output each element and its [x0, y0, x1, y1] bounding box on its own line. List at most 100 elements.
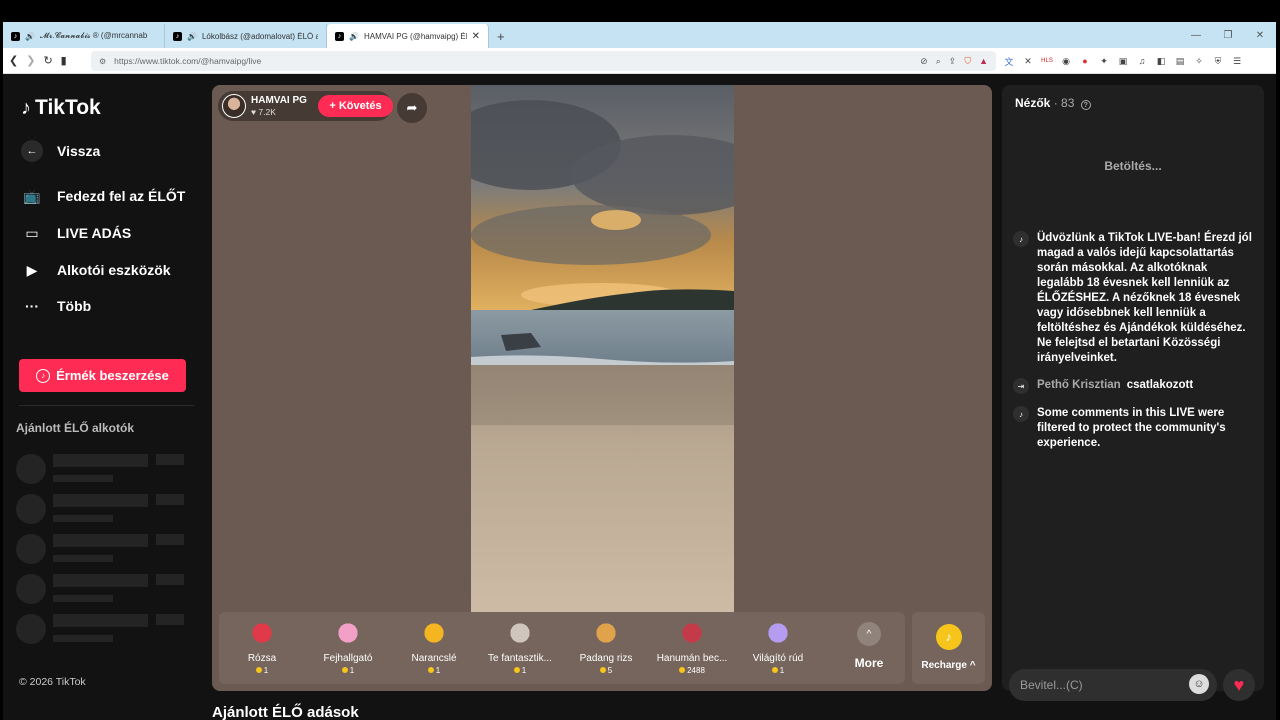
host-likes: ♥ 7.2K [251, 107, 307, 117]
comment-placeholder: Bevitel...(C) [1020, 678, 1083, 692]
live-video[interactable] [471, 85, 734, 612]
gift-price: 1 [305, 666, 391, 675]
gift-price: 1 [219, 666, 305, 675]
copyright: © 2026 TikTok [19, 676, 86, 688]
get-coins-button[interactable]: ♪ Érmék beszerzése [19, 359, 186, 392]
gift-name: Hanumán bec... [656, 653, 728, 664]
hls-extension-icon[interactable]: HLS [1041, 55, 1053, 67]
vpn-icon[interactable]: ⛨ [1212, 55, 1224, 67]
sidebar-item-label: LIVE ADÁS [57, 225, 132, 241]
like-heart-button[interactable]: ♥ [1223, 669, 1255, 701]
recharge-button[interactable]: ♪ Recharge ^ [912, 612, 985, 684]
brave-rewards-icon[interactable]: ▲ [979, 56, 988, 66]
logo-text: TikTok [35, 96, 101, 119]
comment-input[interactable]: Bevitel...(C) [1009, 669, 1217, 701]
tools-extension-icon[interactable]: ✕ [1022, 55, 1034, 67]
minimize-icon[interactable]: — [1180, 30, 1212, 41]
sidebar-item-explore-live[interactable]: 📺 Fedezd fel az ÉLŐT [21, 185, 185, 207]
music-icon[interactable]: ♫ [1136, 55, 1148, 67]
gift-item[interactable]: Te fantasztik... 1 [477, 618, 563, 675]
viewers-label: Nézők [1015, 96, 1051, 110]
leo-ai-icon[interactable]: ✧ [1193, 55, 1205, 67]
speaker-icon: 🔊 [349, 31, 359, 41]
back-arrow-icon: ← [21, 140, 43, 162]
menu-icon[interactable]: ☰ [1231, 55, 1243, 67]
screen: ♪ 🔊 𝓜𝓻.𝓒𝓪𝓷𝓷𝓪𝓫𝓲𝓼 ® (@mrcannab ♪ 🔊 Lókolbá… [0, 0, 1280, 720]
gift-item[interactable]: Narancslé 1 [391, 618, 477, 675]
back-icon[interactable]: ❮ [9, 54, 18, 67]
recommended-lives-title: Ajánlott ÉLŐ adások [212, 704, 359, 720]
share-arrow-icon: ➦ [406, 100, 418, 115]
join-icon: ⇥ [1013, 378, 1029, 394]
address-bar[interactable]: ⚙ https://www.tiktok.com/@hamvaipg/live … [91, 51, 996, 71]
tab-strip: ♪ 🔊 𝓜𝓻.𝓒𝓪𝓷𝓷𝓪𝓫𝓲𝓼 ® (@mrcannab ♪ 🔊 Lókolbá… [3, 22, 1276, 48]
share-page-icon[interactable]: ⇪ [949, 56, 957, 67]
brave-shield-icon[interactable]: ⛉ [964, 56, 971, 67]
headphones-icon [333, 618, 363, 648]
gift-name: Fejhallgató [323, 653, 373, 664]
share-button[interactable]: ➦ [397, 93, 427, 123]
gift-item[interactable]: Rózsa 1 [219, 618, 305, 675]
zoom-icon[interactable]: ⌕ [936, 56, 941, 67]
close-window-icon[interactable]: ✕ [1244, 30, 1276, 41]
help-icon[interactable]: ? [1080, 100, 1091, 110]
translate-extension-icon[interactable]: 文 [1003, 55, 1015, 67]
tiktok-favicon-icon: ♪ [335, 31, 344, 41]
sidebar-item-back[interactable]: ← Vissza [21, 140, 100, 162]
viewers-header[interactable]: Nézők · 83 ? [1015, 96, 1091, 110]
orange-juice-icon [419, 618, 449, 648]
sidebar-divider [19, 405, 194, 406]
message-text: Pethő Krisztian csatlakozott [1037, 378, 1193, 394]
sidebar-item-more[interactable]: ··· Több [21, 295, 91, 317]
rice-bowl-icon [591, 618, 621, 648]
tab-title: 𝓜𝓻.𝓒𝓪𝓷𝓷𝓪𝓫𝓲𝓼 ® (@mrcannab [39, 31, 148, 40]
reader-off-icon[interactable]: ⊘ [920, 56, 928, 67]
ublock-extension-icon[interactable]: ◉ [1060, 55, 1072, 67]
live-stage: HAMVAI PG ♥ 7.2K + Követés ➦ Rózsa 1 Fej… [212, 85, 992, 691]
host-name: HAMVAI PG [251, 95, 307, 106]
gift-item[interactable]: Padang rizs 5 [563, 618, 649, 675]
sidebar-item-go-live[interactable]: ▭ LIVE ADÁS [21, 222, 131, 244]
close-tab-icon[interactable]: ✕ [472, 31, 480, 42]
picture-extension-icon[interactable]: ▣ [1117, 55, 1129, 67]
gift-item[interactable]: Világító rúd 1 [735, 618, 821, 675]
site-settings-icon[interactable]: ⚙ [99, 57, 106, 66]
host-info[interactable]: HAMVAI PG ♥ 7.2K + Követés [218, 91, 393, 121]
more-gifts-label: More [854, 656, 884, 670]
tiktok-note-icon: ♪ [1013, 406, 1029, 422]
new-tab-icon[interactable]: + [497, 29, 505, 44]
more-dots-icon: ··· [25, 298, 39, 314]
sidebar-item-creator-tools[interactable]: ▶ Alkotói eszközök [21, 259, 171, 281]
follow-button[interactable]: + Követés [318, 95, 393, 117]
bookmark-icon[interactable]: ▮ [61, 54, 67, 67]
tiktok-logo[interactable]: ♪ TikTok [21, 96, 101, 120]
puzzle-extension-icon[interactable]: ✦ [1098, 55, 1110, 67]
more-gifts-button[interactable]: ^ More [844, 622, 894, 670]
emoji-icon[interactable]: ☺ [1189, 674, 1209, 694]
gift-price: 2488 [649, 666, 735, 675]
sidebar-item-label: Alkotói eszközök [57, 262, 171, 278]
reload-icon[interactable]: ↻ [43, 54, 52, 67]
host-avatar[interactable] [222, 94, 246, 118]
browser-tab-1[interactable]: ♪ 🔊 𝓜𝓻.𝓒𝓪𝓷𝓷𝓪𝓫𝓲𝓼 ® (@mrcannab [3, 24, 165, 48]
sidebar-item-label: Fedezd fel az ÉLŐT [57, 188, 186, 204]
sidebar-toggle-icon[interactable]: ◧ [1155, 55, 1167, 67]
browser-tab-3[interactable]: ♪ 🔊 HAMVAI PG (@hamvaipg) ÉL ✕ [327, 24, 489, 48]
nav-buttons: ❮ ❯ ↻ ▮ [3, 54, 93, 67]
host-meta: HAMVAI PG ♥ 7.2K [251, 95, 307, 117]
gift-item[interactable]: Fejhallgató 1 [305, 618, 391, 675]
heart-icon: ♥ [1233, 674, 1245, 695]
tab-title: Lókolbász (@adomalovat) ÉLŐ a [201, 31, 318, 41]
gift-item[interactable]: Hanumán bec... 2488 [649, 618, 735, 675]
viewers-loading: Betöltés... [1104, 159, 1162, 173]
creator-tools-icon: ▶ [26, 261, 38, 278]
wallet-icon[interactable]: ▤ [1174, 55, 1186, 67]
maximize-icon[interactable]: ❐ [1212, 30, 1244, 41]
tiktok-note-icon: ♪ [21, 96, 31, 119]
chat-username[interactable]: Pethő Krisztian [1037, 379, 1121, 391]
browser-tab-2[interactable]: ♪ 🔊 Lókolbász (@adomalovat) ÉLŐ a [165, 24, 327, 48]
browser-toolbar: ❮ ❯ ↻ ▮ ⚙ https://www.tiktok.com/@hamvai… [3, 48, 1276, 74]
forward-icon[interactable]: ❯ [26, 54, 35, 67]
tiktok-favicon-icon: ♪ [11, 31, 20, 41]
color-extension-icon[interactable]: ● [1079, 55, 1091, 67]
